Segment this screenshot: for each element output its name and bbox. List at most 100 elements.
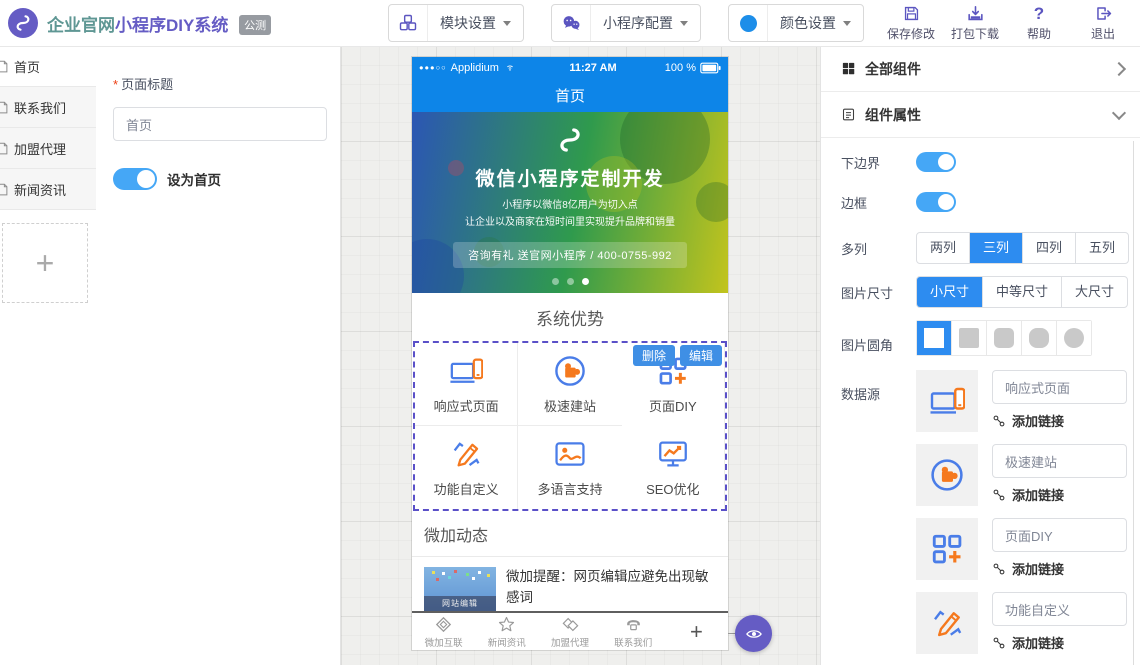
hero-banner-component[interactable]: 微信小程序定制开发 小程序以微信8亿用户为切入点 让企业以及商家在短时间里实现提… bbox=[412, 112, 728, 293]
sidebar-item-contact[interactable]: 联系我们 bbox=[0, 87, 96, 128]
document-icon bbox=[0, 59, 10, 74]
tab-brand[interactable]: 微加互联 bbox=[412, 613, 475, 650]
editor-canvas: ●●●○○ Applidium 11:27 AM 100 % 首页 bbox=[341, 46, 820, 665]
app-title: 企业官网小程序DIY系统 公测 bbox=[47, 11, 271, 36]
columns-segmented-control: 两列 三列 四列 五列 bbox=[916, 232, 1129, 264]
color-settings-menu[interactable]: 颜色设置 bbox=[728, 4, 864, 42]
tab-agency[interactable]: 加盟代理 bbox=[538, 613, 601, 650]
carousel-dot[interactable] bbox=[567, 278, 574, 285]
menu-label: 小程序配置 bbox=[603, 13, 673, 33]
app-logo-icon bbox=[8, 8, 38, 38]
thumbnail-caption: 网站编辑 bbox=[424, 596, 496, 611]
page-title-label: *页面标题 bbox=[113, 74, 340, 93]
component-props-row[interactable]: 组件属性 bbox=[821, 92, 1140, 138]
add-link-button[interactable]: 添加链接 bbox=[992, 559, 1127, 578]
action-label: 保存修改 bbox=[887, 25, 935, 42]
page-item-label: 新闻资讯 bbox=[14, 180, 66, 199]
diy-icon bbox=[929, 531, 965, 567]
columns-option-3-selected[interactable]: 三列 bbox=[970, 233, 1023, 263]
link-icon bbox=[992, 488, 1006, 502]
add-link-button[interactable]: 添加链接 bbox=[992, 485, 1127, 504]
data-source-list: 添加链接 添加链接 bbox=[916, 370, 1127, 665]
page-item-label: 加盟代理 bbox=[14, 139, 66, 158]
data-source-title-input[interactable] bbox=[992, 444, 1127, 478]
border-toggle[interactable] bbox=[916, 192, 956, 212]
data-source-thumb bbox=[916, 444, 978, 506]
edit-badge-button[interactable]: 编辑 bbox=[680, 345, 722, 366]
feature-item[interactable]: SEO优化 bbox=[622, 426, 725, 509]
plus-icon: + bbox=[690, 621, 703, 643]
feature-item[interactable]: 功能自定义 bbox=[415, 426, 518, 509]
miniprogram-config-menu[interactable]: 小程序配置 bbox=[551, 4, 701, 42]
chevron-down-icon bbox=[503, 21, 511, 26]
add-link-button[interactable]: 添加链接 bbox=[992, 633, 1127, 652]
page-item-label: 首页 bbox=[14, 57, 40, 76]
feature-item[interactable]: 多语言支持 bbox=[518, 426, 621, 509]
image-radius-picker bbox=[916, 320, 1092, 356]
tab-add-button[interactable]: + bbox=[665, 613, 728, 650]
menu-label: 模块设置 bbox=[440, 13, 496, 33]
banner-cta-button[interactable]: 咨询有礼 送官网小程序 / 400-0755-992 bbox=[453, 242, 687, 268]
document-icon bbox=[0, 141, 10, 156]
carousel-dot-active[interactable] bbox=[582, 278, 589, 285]
save-button[interactable]: 保存修改 bbox=[886, 4, 936, 42]
tab-news[interactable]: 新闻资讯 bbox=[475, 613, 538, 650]
columns-option-4[interactable]: 四列 bbox=[1023, 233, 1076, 263]
wechat-icon bbox=[552, 5, 591, 41]
sidebar-item-home[interactable]: 首页 bbox=[0, 46, 96, 87]
bottom-border-toggle[interactable] bbox=[916, 152, 956, 172]
set-home-toggle[interactable] bbox=[113, 168, 157, 190]
exit-button[interactable]: 退出 bbox=[1078, 4, 1128, 42]
radius-option-1[interactable] bbox=[952, 321, 987, 355]
thumbnail-decor bbox=[432, 571, 435, 574]
radius-option-0-selected[interactable] bbox=[917, 321, 952, 355]
size-option-large[interactable]: 大尺寸 bbox=[1062, 277, 1127, 307]
responsive-icon bbox=[449, 354, 483, 388]
carousel-dot[interactable] bbox=[552, 278, 559, 285]
radius-option-3[interactable] bbox=[1022, 321, 1057, 355]
data-source-title-input[interactable] bbox=[992, 518, 1127, 552]
add-page-button[interactable]: + bbox=[2, 223, 88, 303]
feature-grid-component-selected[interactable]: 删除 编辑 响应式页面 极速建站 页面DIY 功能自定义 多语言支持 bbox=[413, 341, 727, 511]
delete-badge-button[interactable]: 删除 bbox=[633, 345, 675, 366]
download-icon bbox=[966, 4, 985, 23]
radius-option-2[interactable] bbox=[987, 321, 1022, 355]
columns-option-5[interactable]: 五列 bbox=[1076, 233, 1128, 263]
size-option-medium[interactable]: 中等尺寸 bbox=[983, 277, 1062, 307]
set-home-label: 设为首页 bbox=[167, 169, 221, 189]
data-source-title-input[interactable] bbox=[992, 370, 1127, 404]
columns-option-2[interactable]: 两列 bbox=[917, 233, 970, 263]
puzzle-icon bbox=[553, 354, 587, 388]
size-option-small-selected[interactable]: 小尺寸 bbox=[917, 277, 983, 307]
help-button[interactable]: ? 帮助 bbox=[1014, 4, 1064, 42]
sidebar-item-agency[interactable]: 加盟代理 bbox=[0, 128, 96, 169]
tab-contact[interactable]: 联系我们 bbox=[602, 613, 665, 650]
prop-label-columns: 多列 bbox=[841, 239, 916, 258]
double-diamond-icon bbox=[561, 615, 580, 634]
feature-item[interactable]: 响应式页面 bbox=[415, 343, 518, 426]
phone-status-bar: ●●●○○ Applidium 11:27 AM 100 % bbox=[412, 57, 728, 79]
component-inspector: 全部组件 组件属性 下边界 边框 多列 两列 三列 四列 五列 图片尺寸 bbox=[820, 46, 1140, 665]
seo-icon bbox=[656, 437, 690, 471]
battery-label: 100 % bbox=[665, 62, 696, 74]
data-source-title-input[interactable] bbox=[992, 592, 1127, 626]
data-source-item: 添加链接 bbox=[916, 518, 1127, 580]
all-components-row[interactable]: 全部组件 bbox=[821, 46, 1140, 92]
responsive-icon bbox=[929, 383, 965, 419]
preview-button[interactable] bbox=[735, 615, 772, 652]
inspector-scrollbar[interactable] bbox=[1133, 141, 1134, 665]
feature-item[interactable]: 极速建站 bbox=[518, 343, 621, 426]
radius-option-4[interactable] bbox=[1057, 321, 1091, 355]
prop-label-image-size: 图片尺寸 bbox=[841, 283, 916, 302]
package-download-button[interactable]: 打包下载 bbox=[950, 4, 1000, 42]
image-size-segmented-control: 小尺寸 中等尺寸 大尺寸 bbox=[916, 276, 1128, 308]
page-title-input[interactable] bbox=[113, 107, 327, 141]
help-icon: ? bbox=[1034, 4, 1044, 23]
module-settings-menu[interactable]: 模块设置 bbox=[388, 4, 524, 42]
add-link-button[interactable]: 添加链接 bbox=[992, 411, 1127, 430]
toolbar-actions: 保存修改 打包下载 ? 帮助 退出 bbox=[886, 4, 1140, 42]
sidebar-item-news[interactable]: 新闻资讯 bbox=[0, 169, 96, 210]
save-icon bbox=[902, 4, 921, 23]
link-icon bbox=[992, 636, 1006, 650]
prop-label-data-source: 数据源 bbox=[841, 384, 916, 403]
